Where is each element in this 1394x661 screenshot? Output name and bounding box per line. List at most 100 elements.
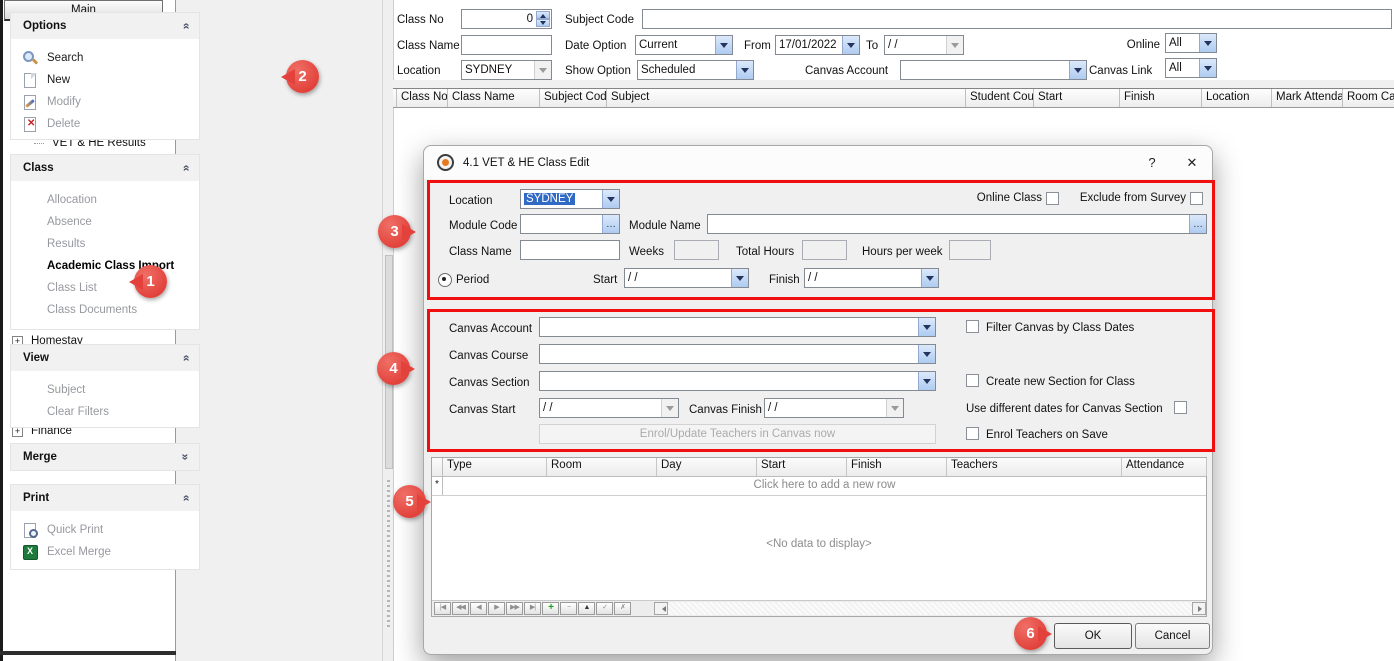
grid-nav-button[interactable]: ◀◀ — [452, 602, 469, 615]
panel-item[interactable]: New — [11, 69, 199, 91]
panel-item[interactable]: Quick Print — [11, 519, 199, 541]
module-name-input[interactable]: … — [707, 214, 1207, 234]
chevron-down-icon[interactable] — [1069, 61, 1086, 79]
grid-nav-button[interactable]: ▲ — [578, 602, 595, 615]
panel-item[interactable]: Delete — [11, 113, 199, 135]
chevron-down-icon[interactable] — [886, 399, 903, 417]
chevron-down-icon[interactable] — [534, 61, 551, 79]
cancel-button[interactable]: Cancel — [1135, 623, 1210, 649]
print-header[interactable]: Print — [11, 485, 199, 511]
panel-item[interactable]: Modify — [11, 91, 199, 113]
options-header[interactable]: Options — [11, 13, 199, 39]
panel-item[interactable]: Excel Merge — [11, 541, 199, 563]
different-dates-checkbox[interactable] — [1174, 401, 1187, 414]
chevron-down-icon[interactable] — [736, 61, 753, 79]
canvas-finish-select[interactable]: / / — [764, 398, 904, 418]
class-no-spinner[interactable]: 0 — [461, 9, 552, 29]
results-column-header[interactable]: Class No — [397, 89, 448, 107]
panel-item[interactable]: Search — [11, 47, 199, 69]
grid-column-header[interactable]: Room — [547, 458, 657, 476]
spin-up-icon[interactable] — [536, 11, 550, 19]
results-column-header[interactable]: Subject — [607, 89, 966, 107]
from-date-select[interactable]: 17/01/2022 — [775, 35, 860, 55]
chevron-down-icon[interactable] — [918, 318, 935, 336]
collapse-chevron-icon[interactable] — [182, 491, 189, 505]
grid-column-header[interactable]: Type — [443, 458, 547, 476]
chevron-down-icon[interactable] — [1199, 34, 1216, 52]
online-select[interactable]: All — [1165, 33, 1217, 53]
dlg-finish-date-select[interactable]: / / — [804, 268, 939, 288]
grid-nav-button[interactable]: ▶▶ — [506, 602, 523, 615]
chevron-down-icon[interactable] — [731, 269, 748, 287]
chevron-down-icon[interactable] — [918, 372, 935, 390]
scroll-left-icon[interactable] — [654, 602, 668, 615]
grid-nav-button[interactable]: ◀ — [470, 602, 487, 615]
period-radio[interactable] — [438, 273, 452, 287]
collapse-chevron-icon[interactable] — [182, 351, 189, 365]
tree-toggle-icon[interactable] — [34, 143, 44, 144]
grid-column-header[interactable]: Attendance — [1122, 458, 1207, 476]
dlg-start-date-select[interactable]: / / — [624, 268, 749, 288]
dlg-location-select[interactable]: SYDNEY — [520, 189, 620, 209]
panel-item[interactable]: Clear Filters — [11, 401, 199, 423]
canvas-course-select[interactable] — [539, 344, 936, 364]
splitter-thumb[interactable] — [385, 255, 393, 469]
results-column-header[interactable]: Location — [1202, 89, 1272, 107]
chevron-down-icon[interactable] — [1199, 59, 1216, 77]
expand-chevron-icon[interactable] — [182, 450, 189, 464]
to-date-select[interactable]: / / — [884, 35, 964, 55]
chevron-down-icon[interactable] — [946, 36, 963, 54]
grid-nav-button[interactable]: ▶| — [524, 602, 541, 615]
add-row-text[interactable]: Click here to add a new row — [443, 477, 1206, 495]
results-column-header[interactable]: Class Name — [448, 89, 540, 107]
help-button[interactable]: ? — [1132, 146, 1172, 179]
panel-item[interactable]: Academic Class Import — [11, 255, 199, 277]
subject-code-input[interactable] — [642, 9, 1392, 29]
dlg-class-name-input[interactable] — [520, 240, 620, 260]
browse-ellipsis-icon[interactable]: … — [1189, 215, 1206, 233]
collapse-chevron-icon[interactable] — [182, 19, 189, 33]
canvas-account-select[interactable] — [900, 60, 1087, 80]
chevron-down-icon[interactable] — [842, 36, 859, 54]
scrollbar-track[interactable] — [668, 602, 1192, 615]
create-section-checkbox[interactable] — [966, 374, 979, 387]
grid-nav-button[interactable]: ✓ — [596, 602, 613, 615]
grid-horizontal-scrollbar[interactable] — [654, 602, 1206, 615]
close-button[interactable]: ✕ — [1172, 146, 1212, 179]
canvas-link-select[interactable]: All — [1165, 58, 1217, 78]
canvas-start-select[interactable]: / / — [539, 398, 679, 418]
enrol-on-save-checkbox[interactable] — [966, 427, 979, 440]
panel-item[interactable]: Class List — [11, 277, 199, 299]
browse-ellipsis-icon[interactable]: … — [602, 215, 619, 233]
location-select[interactable]: SYDNEY — [461, 60, 552, 80]
chevron-down-icon[interactable] — [661, 399, 678, 417]
results-column-header[interactable]: Mark Attendan — [1272, 89, 1343, 107]
results-column-header[interactable]: Finish — [1120, 89, 1202, 107]
panel-item[interactable]: Results — [11, 233, 199, 255]
results-column-header[interactable]: Start — [1034, 89, 1120, 107]
panel-item[interactable]: Absence — [11, 211, 199, 233]
date-option-select[interactable]: Current — [635, 35, 733, 55]
merge-header[interactable]: Merge — [11, 444, 199, 470]
class-name-input[interactable] — [461, 35, 552, 55]
grid-column-header[interactable]: Day — [657, 458, 757, 476]
panel-item[interactable]: Class Documents — [11, 299, 199, 321]
dialog-title-bar[interactable]: 4.1 VET & HE Class Edit ? ✕ — [424, 146, 1212, 179]
view-header[interactable]: View — [11, 345, 199, 371]
panel-item[interactable]: Subject — [11, 379, 199, 401]
grid-nav-button[interactable]: + — [542, 602, 559, 615]
chevron-down-icon[interactable] — [921, 269, 938, 287]
results-column-header[interactable]: Student Coun — [966, 89, 1034, 107]
exclude-survey-checkbox[interactable] — [1190, 192, 1203, 205]
module-code-input[interactable]: … — [520, 214, 620, 234]
filter-canvas-dates-checkbox[interactable] — [966, 320, 979, 333]
chevron-down-icon[interactable] — [715, 36, 732, 54]
results-column-header[interactable]: Subject Code — [540, 89, 607, 107]
grid-nav-button[interactable]: ✗ — [614, 602, 631, 615]
show-option-select[interactable]: Scheduled — [637, 60, 754, 80]
enrol-teachers-button[interactable]: Enrol/Update Teachers in Canvas now — [539, 424, 936, 444]
grid-nav-button[interactable]: |◀ — [434, 602, 451, 615]
collapse-chevron-icon[interactable] — [182, 161, 189, 175]
grid-nav-button[interactable]: − — [560, 602, 577, 615]
grid-column-header[interactable]: Teachers — [947, 458, 1122, 476]
